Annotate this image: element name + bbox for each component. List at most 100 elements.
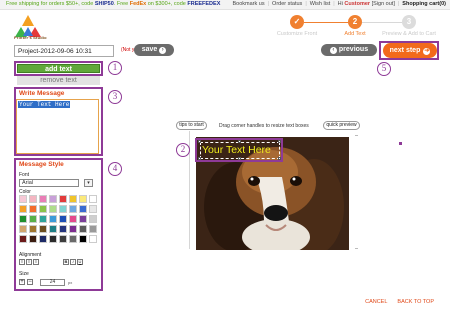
step-3-label: Preview & Add to Cart	[382, 31, 436, 37]
color-swatch[interactable]	[79, 195, 87, 203]
color-swatch[interactable]	[49, 215, 57, 223]
arrow-right-icon: ›	[159, 47, 167, 54]
logo-text: Printer's Studio	[14, 35, 47, 40]
callout-3: 3	[108, 90, 122, 104]
color-swatch[interactable]	[19, 215, 27, 223]
color-swatch[interactable]	[89, 225, 97, 233]
previous-button[interactable]: ‹ previous	[321, 44, 377, 56]
ruler-tick	[355, 135, 358, 136]
size-increase-button[interactable]: +	[19, 279, 25, 285]
color-swatch[interactable]	[39, 235, 47, 243]
write-message-title: Write Message	[19, 90, 65, 97]
color-swatch[interactable]	[69, 215, 77, 223]
color-swatch[interactable]	[29, 235, 37, 243]
color-swatch[interactable]	[59, 215, 67, 223]
align-right-icon[interactable]: ≡	[33, 259, 39, 265]
color-swatch[interactable]	[39, 195, 47, 203]
color-swatch[interactable]	[69, 195, 77, 203]
color-swatch[interactable]	[19, 225, 27, 233]
resize-handle[interactable]	[238, 157, 241, 160]
arrow-right-icon: ➔	[423, 48, 431, 55]
size-decrease-button[interactable]: −	[27, 279, 33, 285]
color-swatch[interactable]	[39, 215, 47, 223]
resize-handle[interactable]	[238, 140, 241, 143]
color-swatch[interactable]	[19, 205, 27, 213]
callout-5: 5	[377, 62, 391, 76]
account-links: Bookmark us | Order status | Wish list | Hi Cu…	[232, 1, 447, 7]
resize-handle[interactable]	[278, 157, 281, 160]
color-swatch[interactable]	[19, 195, 27, 203]
customer-name: Customer	[344, 1, 371, 7]
align-left-icon[interactable]: ≡	[19, 259, 25, 265]
fedex-logo: FedEx	[129, 1, 147, 7]
color-swatch[interactable]	[49, 195, 57, 203]
color-swatches	[19, 195, 97, 243]
project-name-input[interactable]	[14, 45, 114, 57]
size-unit: px	[68, 280, 73, 285]
font-size-input[interactable]: 24	[40, 279, 65, 286]
underline-button[interactable]: U	[77, 259, 83, 265]
color-swatch[interactable]	[59, 205, 67, 213]
color-swatch[interactable]	[79, 225, 87, 233]
color-swatch[interactable]	[59, 195, 67, 203]
bold-button[interactable]: B	[63, 259, 69, 265]
italic-button[interactable]: I	[70, 259, 76, 265]
color-swatch[interactable]	[69, 225, 77, 233]
quick-preview-button[interactable]: quick preview	[323, 121, 360, 130]
message-text-selection[interactable]: Your Text Here	[18, 101, 71, 108]
step-2-number: 2	[348, 15, 362, 29]
color-swatch[interactable]	[69, 235, 77, 243]
back-to-top-link[interactable]: BACK TO TOP	[397, 299, 434, 305]
resize-handle[interactable]	[278, 140, 281, 143]
remove-text-button[interactable]: remove text	[17, 76, 100, 85]
color-swatch[interactable]	[79, 235, 87, 243]
next-step-label: next step	[389, 47, 421, 54]
color-swatch[interactable]	[49, 225, 57, 233]
sign-out-link[interactable]: [Sign out]	[372, 1, 395, 7]
promo-part: . Free	[113, 1, 130, 7]
previous-label: previous	[338, 46, 369, 53]
promo-part: on $300+, code	[146, 1, 188, 7]
step-1-check-icon: ✓	[290, 15, 304, 29]
tips-button[interactable]: tips to start	[176, 121, 207, 130]
color-swatch[interactable]	[89, 215, 97, 223]
color-swatch[interactable]	[49, 205, 57, 213]
color-swatch[interactable]	[89, 195, 97, 203]
next-step-button[interactable]: next step ➔	[383, 43, 437, 58]
color-swatch[interactable]	[29, 195, 37, 203]
step-2-label: Add Text	[344, 31, 366, 37]
wish-list-link[interactable]: Wish list	[310, 1, 330, 7]
font-select[interactable]: Arial	[19, 179, 79, 187]
color-swatch[interactable]	[79, 215, 87, 223]
font-label: Font	[19, 172, 30, 178]
color-swatch[interactable]	[29, 215, 37, 223]
cancel-link[interactable]: CANCEL	[365, 299, 387, 305]
bookmark-link[interactable]: Bookmark us	[233, 1, 265, 7]
chevron-down-icon[interactable]: ▾	[84, 179, 93, 187]
arrow-left-icon: ‹	[329, 47, 337, 54]
order-status-link[interactable]: Order status	[272, 1, 302, 7]
resize-handle[interactable]	[198, 157, 201, 160]
shopping-cart-link[interactable]: Shopping cart(0)	[402, 1, 446, 7]
color-swatch[interactable]	[39, 225, 47, 233]
size-label: Size	[19, 271, 29, 277]
color-swatch[interactable]	[59, 235, 67, 243]
add-text-button[interactable]: add text	[17, 64, 100, 73]
message-style-title: Message Style	[19, 161, 64, 168]
color-swatch[interactable]	[89, 205, 97, 213]
color-swatch[interactable]	[89, 235, 97, 243]
color-swatch[interactable]	[79, 205, 87, 213]
save-button[interactable]: save ›	[134, 44, 174, 56]
promo-text: Free shipping for orders $50+, code SHIP…	[6, 1, 220, 7]
color-swatch[interactable]	[29, 205, 37, 213]
color-swatch[interactable]	[29, 225, 37, 233]
step-connector	[362, 22, 402, 23]
color-swatch[interactable]	[19, 235, 27, 243]
color-swatch[interactable]	[69, 205, 77, 213]
alignment-label: Alignment	[19, 252, 42, 258]
color-swatch[interactable]	[49, 235, 57, 243]
color-swatch[interactable]	[59, 225, 67, 233]
color-swatch[interactable]	[39, 205, 47, 213]
align-center-icon[interactable]: ≡	[26, 259, 32, 265]
resize-handle[interactable]	[198, 140, 201, 143]
